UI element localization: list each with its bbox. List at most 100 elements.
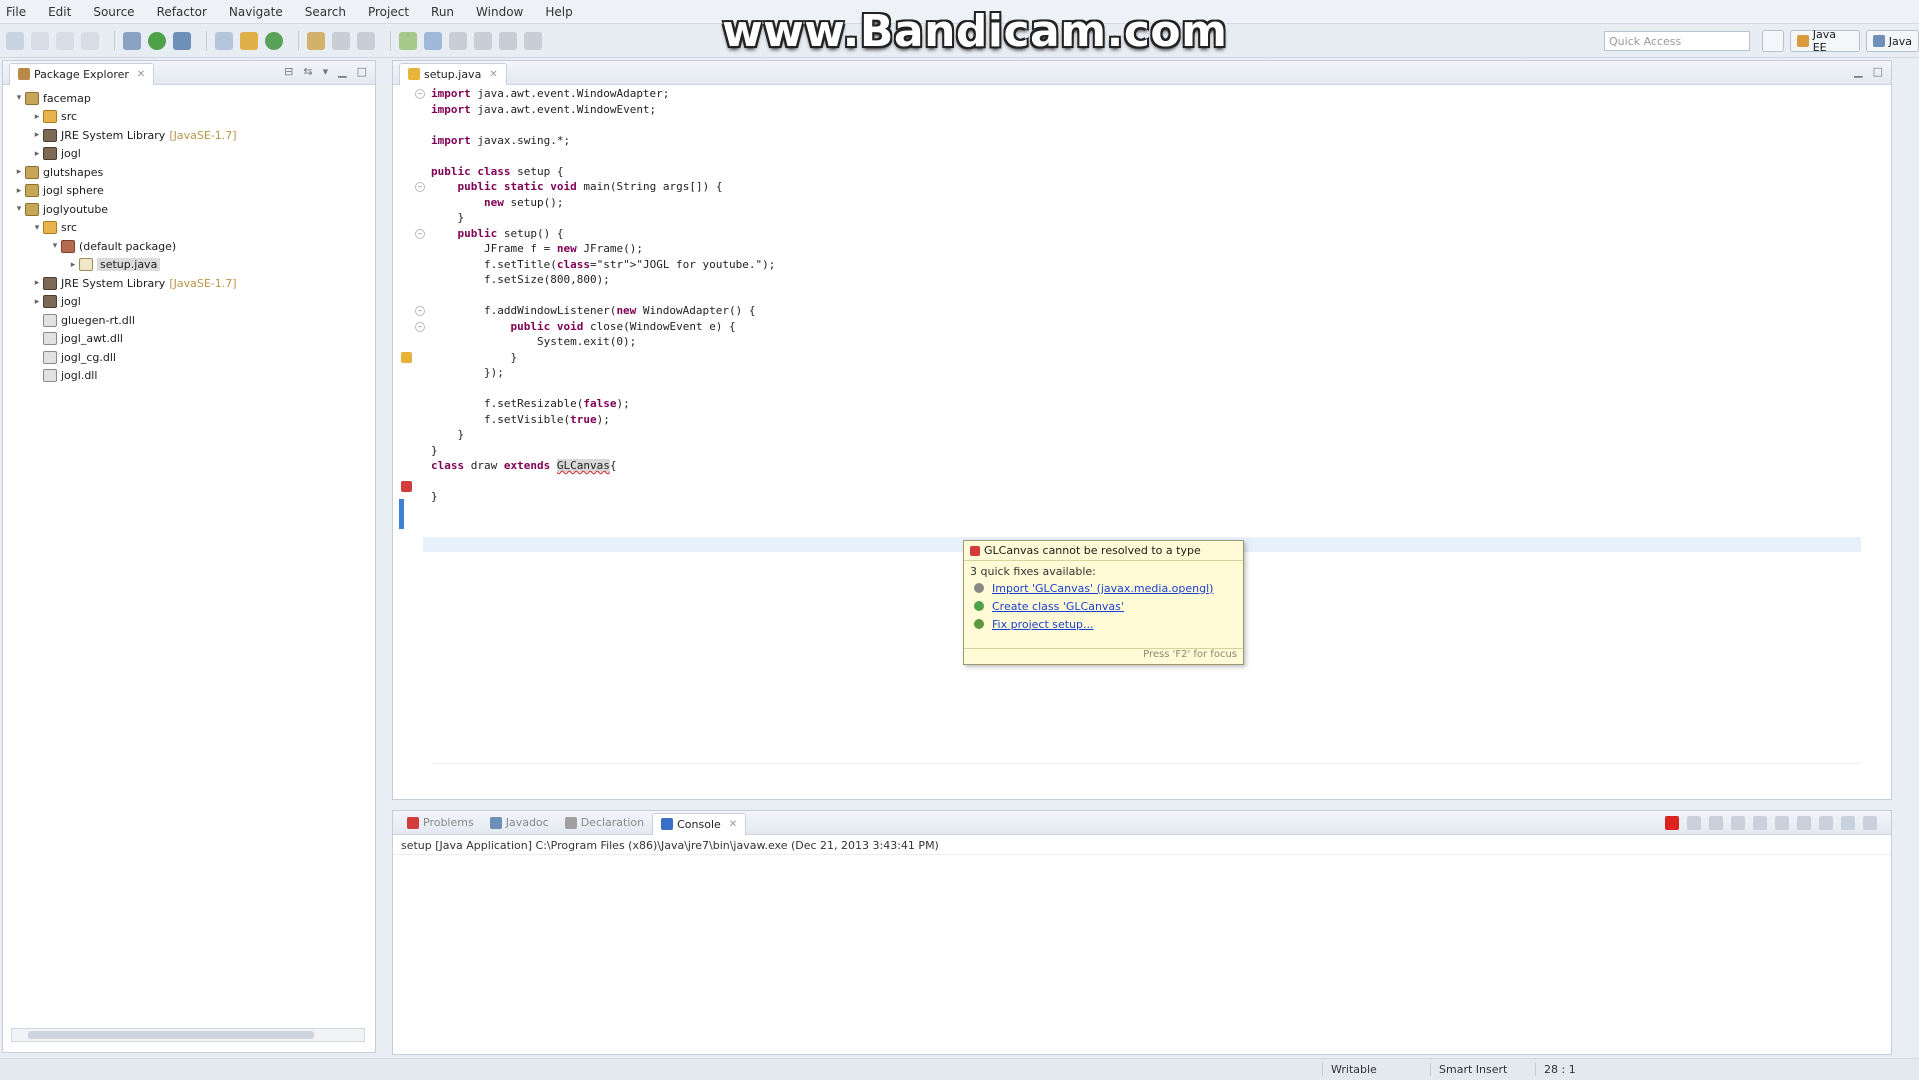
maximize-icon[interactable]: □ — [357, 65, 367, 78]
new-java-project-icon[interactable] — [215, 31, 233, 50]
collapsed-arrow-icon[interactable]: ▸ — [31, 278, 43, 288]
tree-item[interactable]: jogl.dll — [31, 367, 97, 385]
collapsed-arrow-icon[interactable]: ▸ — [31, 149, 43, 159]
tree-item[interactable]: ▸ src — [31, 108, 77, 126]
menu-project[interactable]: Project — [368, 5, 409, 19]
maximize-icon[interactable] — [1863, 816, 1877, 830]
quick-access-input[interactable]: Quick Access — [1604, 31, 1750, 51]
expanded-arrow-icon[interactable]: ▾ — [49, 241, 61, 251]
tree-item[interactable]: ▸ jogl sphere — [13, 182, 104, 200]
print-icon[interactable] — [81, 31, 99, 50]
horizontal-scrollbar[interactable] — [11, 1028, 365, 1042]
tab-setup-java[interactable]: setup.java ✕ — [399, 62, 507, 85]
tab-declaration[interactable]: Declaration — [557, 813, 652, 832]
collapsed-arrow-icon[interactable]: ▸ — [31, 130, 43, 140]
close-icon[interactable]: ✕ — [729, 819, 737, 830]
quick-fix-link[interactable]: Fix project setup... — [992, 618, 1094, 631]
expanded-arrow-icon[interactable]: ▾ — [13, 204, 25, 214]
open-console-icon[interactable] — [1797, 816, 1811, 830]
external-tools-icon[interactable] — [173, 31, 191, 50]
tree-item[interactable]: jogl_awt.dll — [31, 330, 123, 348]
close-icon[interactable]: ✕ — [137, 69, 145, 80]
menu-search[interactable]: Search — [305, 5, 346, 19]
save-all-icon[interactable] — [56, 31, 74, 50]
tree-item[interactable]: ▾ src — [31, 219, 77, 237]
menu-source[interactable]: Source — [93, 5, 134, 19]
menu-run[interactable]: Run — [431, 5, 454, 19]
remove-launch-icon[interactable] — [1687, 816, 1701, 830]
error-icon[interactable] — [401, 481, 412, 492]
terminate-icon[interactable] — [1665, 816, 1679, 830]
minimize-icon[interactable] — [1841, 816, 1855, 830]
menu-refactor[interactable]: Refactor — [157, 5, 207, 19]
tab-package-explorer[interactable]: Package Explorer ✕ — [9, 62, 155, 85]
new-package-icon[interactable] — [240, 31, 258, 50]
perspective-java-ee[interactable]: Java EE — [1789, 28, 1860, 54]
show-whitespace-icon[interactable] — [449, 31, 467, 50]
remove-all-icon[interactable] — [1709, 816, 1723, 830]
tree-item[interactable]: gluegen-rt.dll — [31, 311, 135, 329]
code-editor[interactable]: import java.awt.event.WindowAdapter; impo… — [393, 86, 1891, 779]
quick-fix-item[interactable]: Fix project setup... — [964, 615, 1243, 633]
toggle-mark-icon[interactable] — [357, 31, 375, 50]
menu-window[interactable]: Window — [476, 5, 523, 19]
forward-icon[interactable] — [524, 31, 542, 50]
open-type-icon[interactable] — [307, 31, 325, 50]
tree-item[interactable]: ▾ (default package) — [49, 237, 176, 255]
new-class-icon[interactable] — [265, 31, 283, 50]
minimize-icon[interactable]: ▁ — [338, 65, 346, 78]
link-with-editor-icon[interactable]: ⇆ — [303, 65, 312, 78]
tree-item[interactable]: ▸ jogl — [31, 293, 81, 311]
search-icon[interactable] — [332, 31, 350, 50]
scrollbar-thumb[interactable] — [28, 1031, 314, 1039]
open-perspective-button[interactable] — [1762, 30, 1784, 52]
close-icon[interactable]: ✕ — [489, 69, 497, 80]
display-console-icon[interactable] — [1819, 816, 1833, 830]
quick-fix-link[interactable]: Import 'GLCanvas' (javax.media.opengl) — [992, 582, 1213, 595]
menu-help[interactable]: Help — [545, 5, 572, 19]
quick-fix-link[interactable]: Create class 'GLCanvas' — [992, 600, 1124, 613]
collapsed-arrow-icon[interactable]: ▸ — [31, 112, 43, 122]
new-icon[interactable] — [6, 31, 24, 50]
menu-navigate[interactable]: Navigate — [229, 5, 283, 19]
toggle-block-selection-icon[interactable] — [424, 31, 442, 50]
expanded-arrow-icon[interactable]: ▾ — [31, 223, 43, 233]
tree-item[interactable]: ▾ joglyoutube — [13, 200, 108, 218]
perspective-java[interactable]: Java — [1865, 30, 1919, 52]
expanded-arrow-icon[interactable]: ▾ — [13, 93, 25, 103]
fold-toggle-icon[interactable]: − — [415, 89, 425, 99]
fold-toggle-icon[interactable]: − — [415, 182, 425, 192]
collapse-all-icon[interactable]: ⊟ — [284, 65, 293, 78]
fold-toggle-icon[interactable]: − — [415, 321, 425, 332]
word-wrap-icon[interactable] — [1753, 816, 1767, 830]
tab-console[interactable]: Console ✕ — [652, 812, 747, 835]
save-icon[interactable] — [31, 31, 49, 50]
scroll-lock-icon[interactable] — [1731, 816, 1745, 830]
back-icon[interactable] — [499, 31, 517, 50]
tree-item[interactable]: ▸ jogl — [31, 145, 81, 163]
tab-problems[interactable]: Problems — [399, 813, 482, 832]
run-icon[interactable] — [148, 31, 166, 50]
view-menu-icon[interactable]: ▾ — [323, 65, 329, 78]
pin-console-icon[interactable] — [1775, 816, 1789, 830]
collapsed-arrow-icon[interactable]: ▸ — [13, 186, 25, 196]
fold-toggle-icon[interactable]: − — [415, 306, 425, 316]
minimize-icon[interactable]: ▁ — [1854, 65, 1862, 78]
collapsed-arrow-icon[interactable]: ▸ — [67, 260, 79, 270]
warning-icon[interactable] — [401, 352, 412, 363]
quick-fix-item[interactable]: Create class 'GLCanvas' — [964, 597, 1243, 615]
tree-item[interactable]: ▸ JRE System Library [JavaSE-1.7] — [31, 126, 237, 144]
vertical-scrollbar[interactable] — [1873, 116, 1885, 749]
next-annotation-icon[interactable] — [399, 31, 417, 50]
tree-item[interactable]: ▸ glutshapes — [13, 163, 103, 181]
fold-toggle-icon[interactable]: − — [415, 228, 425, 239]
collapsed-arrow-icon[interactable]: ▸ — [31, 297, 43, 307]
previous-annotation-icon[interactable] — [474, 31, 492, 50]
tree-item[interactable]: ▸ setup.java — [67, 256, 161, 274]
debug-icon[interactable] — [123, 31, 141, 50]
tree-item[interactable]: jogl_cg.dll — [31, 348, 116, 366]
menu-file[interactable]: File — [6, 5, 26, 19]
menu-edit[interactable]: Edit — [48, 5, 71, 19]
maximize-icon[interactable]: □ — [1873, 65, 1883, 78]
quick-fix-item[interactable]: Import 'GLCanvas' (javax.media.opengl) — [964, 579, 1243, 597]
